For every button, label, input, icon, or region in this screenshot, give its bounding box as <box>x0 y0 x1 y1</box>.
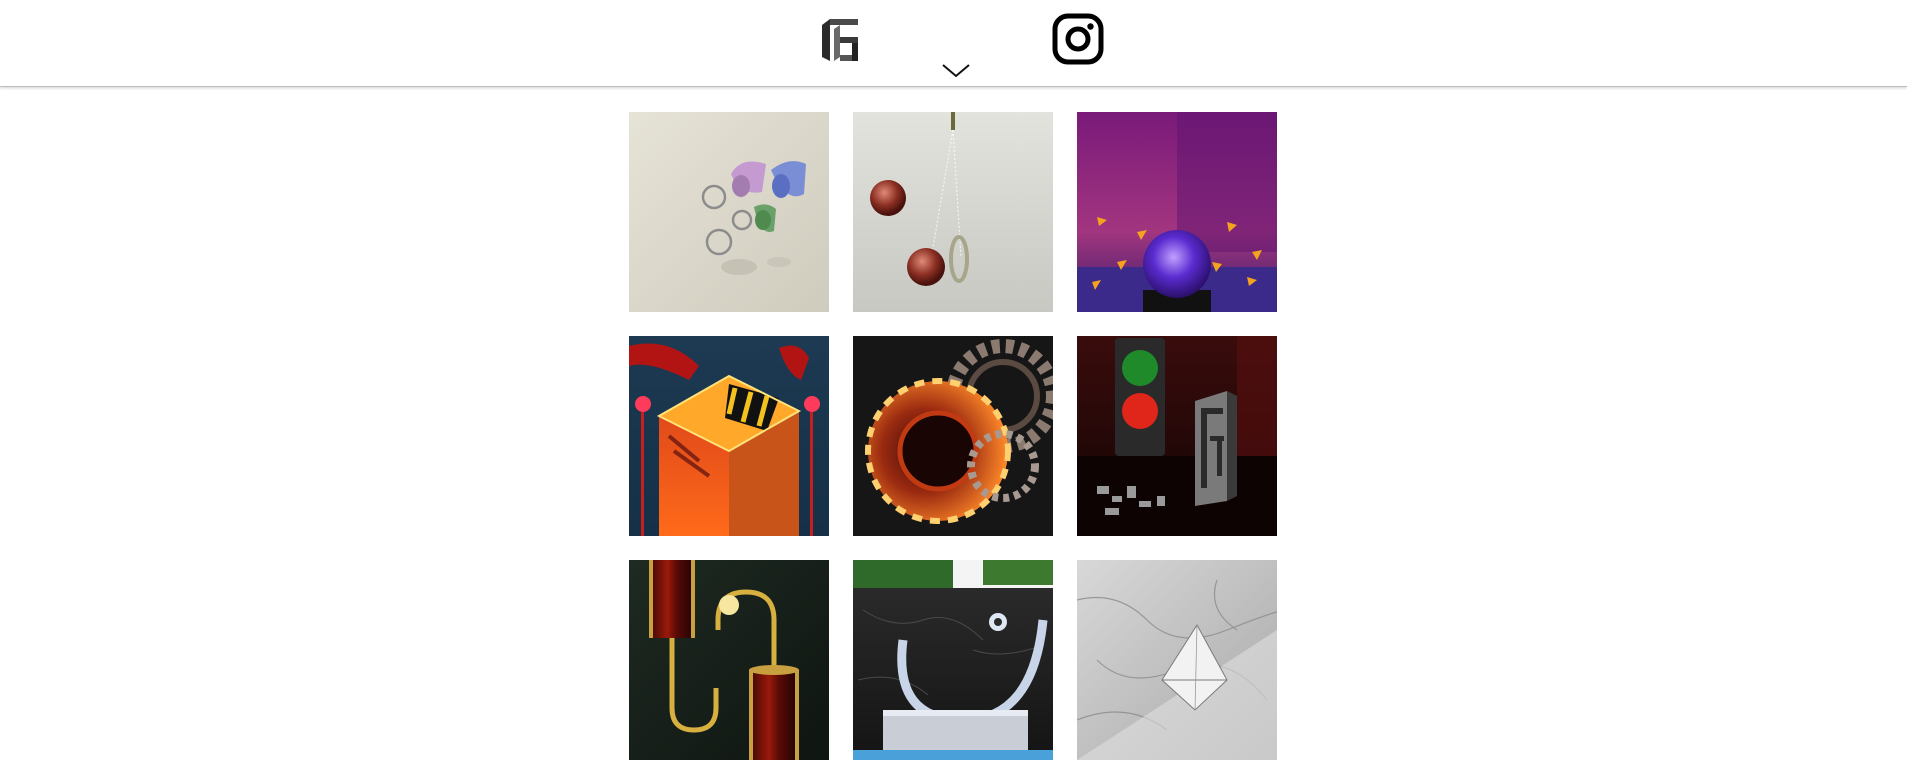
gallery-item-traffic-light-logo[interactable] <box>1077 336 1277 536</box>
gallery-item-marble-crescent[interactable] <box>853 560 1053 760</box>
image-gallery <box>629 112 1277 760</box>
chevron-down-icon[interactable] <box>940 62 972 80</box>
gallery-item-hazard-box[interactable] <box>629 336 829 536</box>
kg-logo-icon[interactable] <box>818 15 862 67</box>
site-header <box>0 0 1907 87</box>
gallery-item-purple-orb[interactable] <box>1077 112 1277 312</box>
gallery-item-fiery-gears[interactable] <box>853 336 1053 536</box>
gallery-item-pastel-tubes[interactable] <box>629 112 829 312</box>
instagram-icon[interactable] <box>1052 13 1104 65</box>
gallery-item-glass-spheres[interactable] <box>853 112 1053 312</box>
gallery-item-gold-hooks[interactable] <box>629 560 829 760</box>
gallery-item-marble-diamond[interactable] <box>1077 560 1277 760</box>
